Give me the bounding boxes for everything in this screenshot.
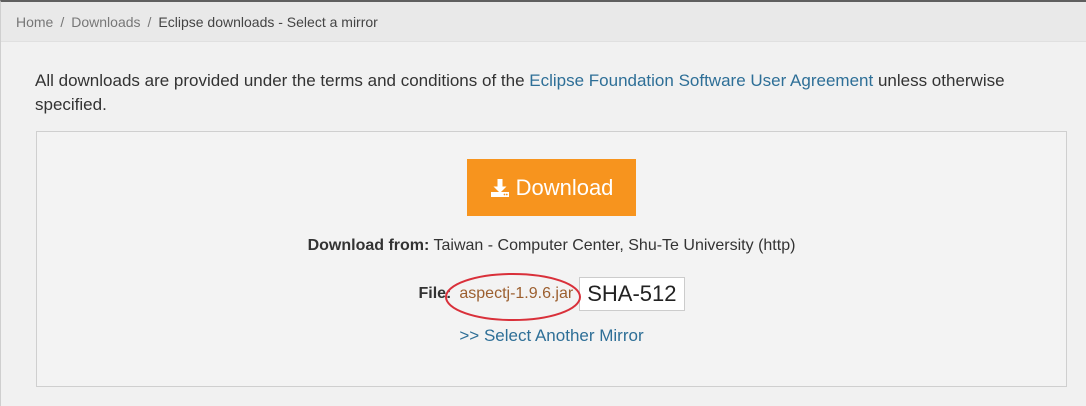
mirror-row: >> Select Another Mirror [37,326,1066,346]
breadcrumb-current: Eclipse downloads - Select a mirror [158,13,378,30]
sha512-button[interactable]: SHA-512 [579,277,685,311]
download-source: Download from: Taiwan - Computer Center,… [37,237,1066,255]
file-row: File: aspectj-1.9.6.jar SHA-512 [37,273,1066,321]
download-button-label: Download [515,174,614,200]
download-source-label: Download from: [307,237,430,254]
download-source-value: Taiwan - Computer Center, Shu-Te Univers… [429,237,796,254]
breadcrumb-home-link[interactable]: Home [16,14,53,30]
breadcrumb-separator: / [60,13,65,30]
terms-notice-prefix: All downloads are provided under the ter… [35,71,530,90]
download-button[interactable]: Download [467,159,636,216]
terms-notice: All downloads are provided under the ter… [35,69,1075,117]
breadcrumb-separator: / [147,13,152,30]
user-agreement-link[interactable]: Eclipse Foundation Software User Agreeme… [529,71,873,90]
breadcrumb: Home / Downloads / Eclipse downloads - S… [1,2,1086,42]
breadcrumb-downloads-link[interactable]: Downloads [71,14,140,30]
download-panel: Download Download from: Taiwan - Compute… [36,131,1067,387]
file-name-text: aspectj-1.9.6.jar [459,285,574,302]
file-label: File: [418,285,452,302]
page-frame: Home / Downloads / Eclipse downloads - S… [0,0,1086,406]
select-another-mirror-link[interactable]: >> Select Another Mirror [459,326,643,345]
download-icon [490,178,509,197]
file-name-link[interactable]: aspectj-1.9.6.jar [445,273,582,321]
